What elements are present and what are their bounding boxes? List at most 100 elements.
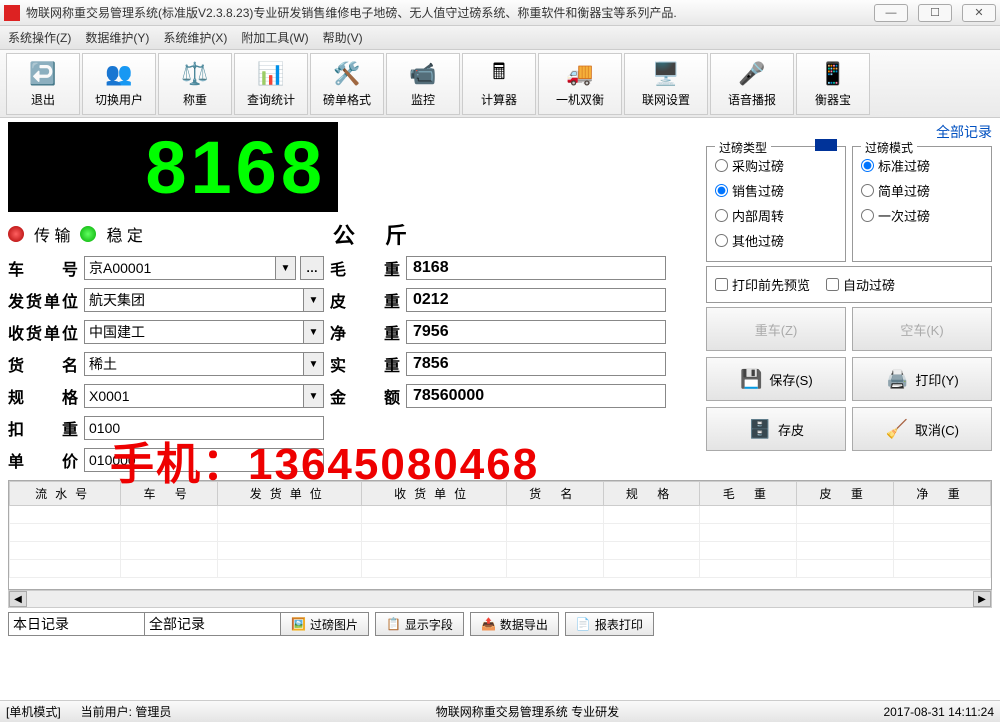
carno-input[interactable]: [84, 256, 276, 280]
images-button[interactable]: 🖼️过磅图片: [280, 612, 369, 636]
window-title: 物联网称重交易管理系统(标准版V2.3.8.23)专业研发销售维修电子地磅、无人…: [26, 4, 874, 21]
net-value[interactable]: 7956: [406, 320, 666, 344]
tb-hqb[interactable]: 📱衡器宝: [796, 53, 870, 115]
print-button[interactable]: 🖨️打印(Y): [852, 357, 992, 401]
save-icon: 💾: [739, 367, 763, 391]
spec-dropdown[interactable]: ▼: [304, 384, 324, 408]
scroll-left[interactable]: ◀: [9, 591, 27, 607]
report-button[interactable]: 📄报表打印: [565, 612, 654, 636]
tb-format[interactable]: 🛠️磅单格式: [310, 53, 384, 115]
sender-input[interactable]: [84, 288, 304, 312]
gross-value[interactable]: 8168: [406, 256, 666, 280]
col-header[interactable]: 规 格: [603, 482, 700, 506]
tb-switch-user[interactable]: 👥切换用户: [82, 53, 156, 115]
report-icon: 📄: [576, 617, 591, 631]
tb-monitor[interactable]: 📹监控: [386, 53, 460, 115]
left-pane: 8168 传 输 稳 定 公 斤 车 号 ▼… 毛 重 8168 发货单位 ▼ …: [8, 122, 700, 472]
col-header[interactable]: 流水号: [10, 482, 121, 506]
tb-weigh[interactable]: ⚖️称重: [158, 53, 232, 115]
mode-simple[interactable]: 简单过磅: [861, 178, 983, 203]
price-input[interactable]: [84, 448, 324, 472]
deduct-label: 扣 重: [8, 416, 78, 440]
users-icon: 👥: [103, 60, 135, 88]
col-header[interactable]: 车 号: [121, 482, 218, 506]
save-button[interactable]: 💾保存(S): [706, 357, 846, 401]
type-sale[interactable]: 销售过磅: [715, 178, 837, 203]
carno-dropdown[interactable]: ▼: [276, 256, 296, 280]
col-header[interactable]: 毛 重: [700, 482, 797, 506]
status-row: 传 输 稳 定 公 斤: [8, 212, 700, 256]
truck-icon: 🚚: [564, 60, 596, 88]
auto-checkbox[interactable]: 自动过磅: [826, 275, 895, 294]
tb-query[interactable]: 📊查询统计: [234, 53, 308, 115]
carno-more[interactable]: …: [300, 256, 324, 280]
col-header[interactable]: 货 名: [506, 482, 603, 506]
tare-value[interactable]: 0212: [406, 288, 666, 312]
status-mode: [单机模式]: [6, 703, 61, 720]
camera-icon: 📹: [407, 60, 439, 88]
eraser-icon: 🧹: [885, 417, 909, 441]
sender-dropdown[interactable]: ▼: [304, 288, 324, 312]
scroll-right[interactable]: ▶: [973, 591, 991, 607]
menu-help[interactable]: 帮助(V): [323, 29, 363, 46]
fields-button[interactable]: 📋显示字段: [375, 612, 464, 636]
tb-calc[interactable]: 🖩计算器: [462, 53, 536, 115]
gross-label: 毛 重: [330, 256, 400, 280]
menu-tools[interactable]: 附加工具(W): [241, 29, 308, 46]
tb-exit[interactable]: ↩️退出: [6, 53, 80, 115]
sender-label: 发货单位: [8, 288, 78, 312]
goods-input[interactable]: [84, 352, 304, 376]
phone-icon: 📱: [817, 60, 849, 88]
amount-label: 金 额: [330, 384, 400, 408]
stable-label: 稳 定: [106, 222, 142, 246]
empty-button[interactable]: 空车(K): [852, 307, 992, 351]
content: 8168 传 输 稳 定 公 斤 车 号 ▼… 毛 重 8168 发货单位 ▼ …: [0, 118, 1000, 700]
type-other[interactable]: 其他过磅: [715, 228, 837, 253]
col-header[interactable]: 皮 重: [797, 482, 894, 506]
menu-maintain[interactable]: 系统维护(X): [163, 29, 227, 46]
tb-voice[interactable]: 🎤语音播报: [710, 53, 794, 115]
blue-indicator: [815, 139, 837, 151]
right-pane: 全部记录 过磅类型 采购过磅 销售过磅 内部周转 其他过磅 过磅模式 标准过磅 …: [706, 122, 992, 472]
status-time: 2017-08-31 14:11:24: [883, 705, 994, 719]
menu-data[interactable]: 数据维护(Y): [85, 29, 149, 46]
weigh-type-group: 过磅类型 采购过磅 销售过磅 内部周转 其他过磅: [706, 146, 846, 262]
actual-value[interactable]: 7856: [406, 352, 666, 376]
window: 物联网称重交易管理系统(标准版V2.3.8.23)专业研发销售维修电子地磅、无人…: [0, 0, 1000, 722]
unit-label: 公 斤: [333, 218, 419, 250]
maximize-button[interactable]: ☐: [918, 4, 952, 22]
cancel-button[interactable]: 🧹取消(C): [852, 407, 992, 451]
spec-input[interactable]: [84, 384, 304, 408]
type-purchase[interactable]: 采购过磅: [715, 153, 837, 178]
records-table[interactable]: 流水号车 号发货单位收货单位货 名规 格毛 重皮 重净 重: [8, 480, 992, 590]
export-button[interactable]: 📤数据导出: [470, 612, 559, 636]
type-internal[interactable]: 内部周转: [715, 203, 837, 228]
table-row: [10, 560, 991, 578]
bottom-bar: ▼ ▼ 🖼️过磅图片 📋显示字段 📤数据导出 📄报表打印: [8, 608, 992, 640]
col-header[interactable]: 净 重: [894, 482, 991, 506]
mode-standard[interactable]: 标准过磅: [861, 153, 983, 178]
tb-dual[interactable]: 🚚一机双衡: [538, 53, 622, 115]
col-header[interactable]: 收货单位: [362, 482, 506, 506]
app-icon: [4, 5, 20, 21]
h-scrollbar[interactable]: ◀ ▶: [8, 590, 992, 608]
heavy-button[interactable]: 重车(Z): [706, 307, 846, 351]
menu-system[interactable]: 系统操作(Z): [8, 29, 71, 46]
col-header[interactable]: 发货单位: [218, 482, 362, 506]
receiver-input[interactable]: [84, 320, 304, 344]
toolbar: ↩️退出 👥切换用户 ⚖️称重 📊查询统计 🛠️磅单格式 📹监控 🖩计算器 🚚一…: [0, 50, 1000, 118]
close-button[interactable]: ✕: [962, 4, 996, 22]
amount-value[interactable]: 78560000: [406, 384, 666, 408]
goods-label: 货 名: [8, 352, 78, 376]
network-icon: 🖥️: [650, 60, 682, 88]
goods-dropdown[interactable]: ▼: [304, 352, 324, 376]
minimize-button[interactable]: —: [874, 4, 908, 22]
table-row: [10, 524, 991, 542]
stable-led-icon: [80, 226, 96, 242]
receiver-dropdown[interactable]: ▼: [304, 320, 324, 344]
storetare-button[interactable]: 🗄️存皮: [706, 407, 846, 451]
preview-checkbox[interactable]: 打印前先预览: [715, 275, 810, 294]
mode-once[interactable]: 一次过磅: [861, 203, 983, 228]
deduct-input[interactable]: [84, 416, 324, 440]
tb-network[interactable]: 🖥️联网设置: [624, 53, 708, 115]
